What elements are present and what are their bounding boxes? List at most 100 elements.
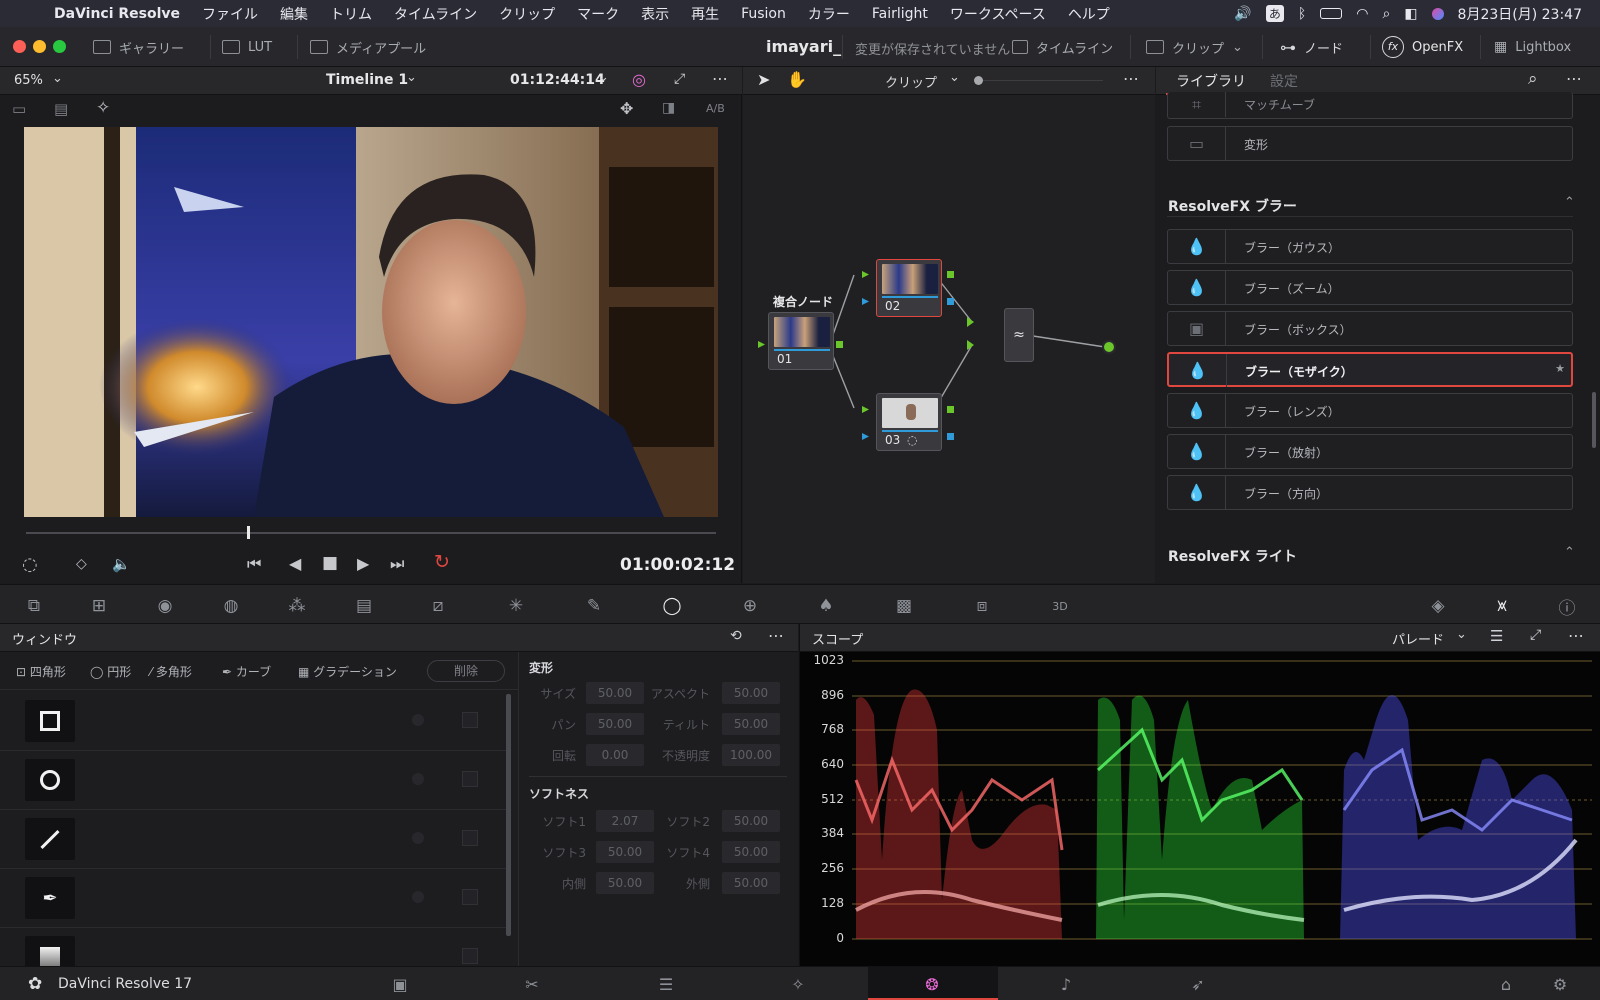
node-zoom-slider-track[interactable]	[983, 80, 1103, 81]
skip-to-start-icon[interactable]: ⏮	[247, 554, 261, 574]
menu-item-trim[interactable]: トリム	[330, 4, 372, 24]
aspect-field[interactable]: 50.00	[722, 682, 780, 704]
curves-icon[interactable]: ⧄	[426, 595, 450, 617]
window-row-circle[interactable]	[0, 751, 506, 810]
scopes-icon[interactable]: ⩙	[1490, 595, 1514, 617]
favorite-star-icon[interactable]: ★	[1555, 362, 1565, 375]
window-row-curve[interactable]: ✒	[0, 869, 506, 928]
node-03-output[interactable]	[947, 406, 954, 413]
mask-toggle[interactable]	[462, 889, 478, 905]
lightbox-button[interactable]: ▦ Lightbox	[1494, 37, 1571, 57]
media-pool-button[interactable]: メディアプール	[310, 37, 426, 57]
node-02-output[interactable]	[947, 271, 954, 278]
loop-icon[interactable]: ↻	[434, 551, 450, 573]
magic-mask-icon[interactable]: ♠	[814, 595, 838, 617]
invert-toggle[interactable]	[412, 714, 424, 726]
menu-item-workspace[interactable]: ワークスペース	[950, 4, 1046, 24]
window-list-scrollbar[interactable]	[506, 694, 511, 936]
node-02-key-output[interactable]	[947, 298, 954, 305]
window-options-icon[interactable]: ⋯	[768, 626, 784, 645]
key-icon[interactable]: ⧈	[970, 595, 994, 617]
node-01[interactable]: 01	[768, 312, 834, 370]
playhead-timecode[interactable]: 01:00:02:12	[620, 555, 735, 575]
mask-toggle[interactable]	[462, 712, 478, 728]
menu-item-playback[interactable]: 再生	[691, 4, 719, 24]
menu-app-name[interactable]: DaVinci Resolve	[54, 6, 180, 22]
size-field[interactable]: 50.00	[586, 682, 644, 704]
zoom-dropdown[interactable]: 65%	[14, 73, 43, 88]
source-timecode[interactable]: 01:12:44:14	[510, 72, 605, 88]
tab-settings[interactable]: 設定	[1270, 71, 1298, 91]
qualifier-icon[interactable]: ✎	[582, 595, 606, 617]
minimize-window-button[interactable]	[33, 40, 46, 53]
menubar-clock[interactable]: 8月23日(月) 23:47	[1458, 4, 1582, 24]
node-03[interactable]: 03 ◌	[876, 393, 942, 451]
viewer-frame[interactable]	[24, 127, 718, 517]
invert-toggle[interactable]	[412, 891, 424, 903]
siri-icon[interactable]	[1431, 7, 1444, 20]
control-center-icon[interactable]: ◧	[1404, 6, 1417, 22]
add-polygon-window-button[interactable]: ⁄ 多角形	[150, 663, 192, 680]
close-window-button[interactable]	[13, 40, 26, 53]
soft4-field[interactable]: 50.00	[722, 841, 780, 863]
section-resolvefx-blur[interactable]: ResolveFX ブラー	[1168, 196, 1297, 216]
cut-page-icon[interactable]: ✂	[520, 975, 544, 994]
media-page-icon[interactable]: ▣	[388, 975, 412, 994]
fx-item-blur-mosaic[interactable]: 💧 ブラー（モザイク） ★	[1167, 352, 1573, 387]
delete-window-button[interactable]: 削除	[427, 660, 505, 682]
clip-button[interactable]: クリップ ⌄	[1146, 37, 1243, 57]
pan-field[interactable]: 50.00	[586, 713, 644, 735]
gallery-strip-icon[interactable]: ▤	[54, 100, 68, 118]
menu-item-color[interactable]: カラー	[808, 4, 850, 24]
tab-library[interactable]: ライブラリ	[1176, 71, 1246, 91]
layers-icon[interactable]: ◇	[76, 556, 87, 572]
soft3-field[interactable]: 50.00	[596, 841, 654, 863]
input-mode-indicator[interactable]: あ	[1265, 5, 1284, 22]
scrubber-playhead[interactable]	[246, 526, 250, 539]
reset-icon[interactable]: ⟲	[730, 628, 742, 644]
camera-raw-icon[interactable]: ⧉	[22, 595, 46, 617]
viewer-options-icon[interactable]: ⋯	[712, 69, 728, 88]
menu-item-fairlight[interactable]: Fairlight	[872, 6, 928, 22]
scope-expand-icon[interactable]: ⤢	[1530, 627, 1541, 643]
fx-item-blur-directional[interactable]: 💧 ブラー（方向）	[1167, 475, 1573, 510]
invert-toggle[interactable]	[412, 773, 424, 785]
bluetooth-icon[interactable]: ᛒ	[1298, 6, 1306, 22]
collapse-chevron-icon[interactable]: ⌃	[1564, 545, 1575, 560]
single-viewer-icon[interactable]: ▭	[12, 100, 26, 118]
tilt-field[interactable]: 50.00	[722, 713, 780, 735]
section-resolvefx-light[interactable]: ResolveFX ライト	[1168, 546, 1297, 566]
fx-item-blur-lens[interactable]: 💧 ブラー（レンズ）	[1167, 393, 1573, 428]
rectangle-window-toggle[interactable]	[25, 700, 75, 742]
settings-gear-icon[interactable]: ⚙	[1548, 975, 1572, 994]
color-warper-icon[interactable]: ✳	[504, 595, 528, 617]
node-03-key-output[interactable]	[947, 433, 954, 440]
mask-toggle[interactable]	[462, 771, 478, 787]
fx-item-matchmove[interactable]: ⌗ マッチムーブ	[1167, 92, 1573, 119]
mask-toggle[interactable]	[462, 948, 478, 964]
stop-icon[interactable]: ■	[322, 553, 338, 573]
tracker-icon[interactable]: ⊕	[738, 595, 762, 617]
hand-icon[interactable]: ✋	[787, 70, 807, 89]
opacity-field[interactable]: 100.00	[722, 744, 780, 766]
gallery-button[interactable]: ギャラリー	[93, 37, 184, 57]
keyframes-icon[interactable]: ◈	[1426, 595, 1450, 617]
nodes-button[interactable]: ⊶ ノード	[1280, 37, 1343, 57]
wifi-icon[interactable]: ◠	[1356, 6, 1368, 22]
soft1-field[interactable]: 2.07	[596, 810, 654, 832]
skip-to-end-icon[interactable]: ⏭	[390, 554, 404, 574]
add-rectangle-window-button[interactable]: ⊡ 四角形	[16, 663, 66, 680]
rgb-mixer-icon[interactable]: ⁂	[285, 595, 309, 617]
fullscreen-icon[interactable]: ⤢	[674, 71, 685, 87]
info-icon[interactable]: ⓘ	[1555, 595, 1579, 619]
volume-icon[interactable]: 🔊	[1234, 6, 1251, 22]
add-circle-window-button[interactable]: ◯ 円形	[90, 663, 131, 680]
sizing-3d-icon[interactable]: 3D	[1048, 595, 1072, 617]
menu-item-clip[interactable]: クリップ	[499, 4, 555, 24]
window-row-rectangle[interactable]	[0, 692, 506, 751]
timeline-name[interactable]: Timeline 1	[326, 72, 408, 88]
menu-item-view[interactable]: 表示	[641, 4, 669, 24]
scope-options-icon[interactable]: ⋯	[1568, 626, 1584, 645]
library-options-icon[interactable]: ⋯	[1566, 69, 1582, 88]
inside-field[interactable]: 50.00	[596, 872, 654, 894]
